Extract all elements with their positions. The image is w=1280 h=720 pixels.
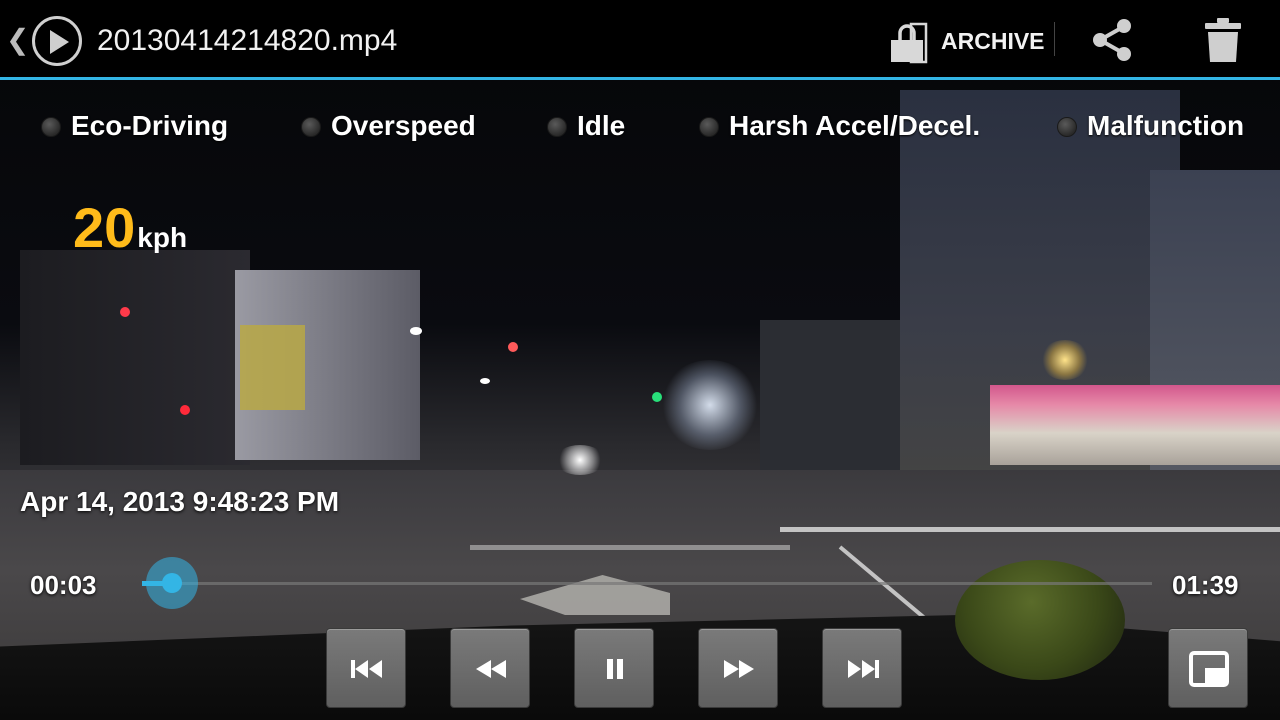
lock-icon	[891, 22, 928, 64]
pause-button[interactable]	[574, 628, 654, 708]
pause-icon	[607, 659, 623, 679]
recording-timestamp: Apr 14, 2013 9:48:23 PM	[20, 486, 340, 517]
storefront	[990, 385, 1280, 465]
traffic-light	[180, 405, 190, 415]
event-label: Harsh Accel/Decel.	[729, 110, 981, 141]
rewind-button[interactable]	[450, 628, 530, 708]
rewind-icon	[476, 660, 506, 678]
chevron-left-icon[interactable]: ❮	[6, 22, 29, 58]
building	[760, 320, 900, 470]
total-time: 01:39	[1172, 570, 1239, 600]
street-light-glow	[1040, 340, 1090, 380]
traffic-light	[508, 342, 518, 352]
share-icon[interactable]	[1088, 16, 1136, 64]
road-marking	[780, 527, 1280, 532]
speed-unit: kph	[137, 222, 188, 253]
fast-forward-button[interactable]	[698, 628, 778, 708]
archive-button[interactable]: ARCHIVE	[888, 18, 1058, 64]
building-sign	[240, 325, 305, 410]
speed-readout: 20kph	[73, 195, 187, 260]
divider	[1054, 22, 1055, 56]
road-marking	[470, 545, 790, 550]
file-name: 20130414214820.mp4	[97, 24, 398, 57]
status-dot	[301, 117, 321, 137]
traffic-light	[120, 307, 130, 317]
seek-thumb[interactable]	[146, 557, 198, 609]
headlight-glow	[555, 445, 605, 475]
fast-forward-icon	[724, 660, 754, 678]
speed-value: 20	[73, 196, 136, 259]
seek-bar[interactable]	[142, 581, 1152, 586]
building	[20, 250, 250, 465]
event-indicators: Eco-Driving Overspeed Idle Harsh Accel/D…	[0, 108, 1280, 148]
picture-in-picture-icon	[1189, 651, 1229, 687]
play-circle-icon[interactable]	[32, 16, 82, 66]
skip-next-button[interactable]	[822, 628, 902, 708]
trash-icon[interactable]	[1203, 16, 1243, 64]
street-lamp	[410, 327, 422, 335]
street-lamp	[480, 378, 490, 384]
street-light-glow	[660, 360, 760, 450]
event-label: Idle	[577, 110, 626, 141]
event-label: Overspeed	[331, 110, 476, 141]
skip-previous-button[interactable]	[326, 628, 406, 708]
current-time: 00:03	[30, 570, 97, 600]
status-dot	[41, 117, 61, 137]
picture-in-picture-button[interactable]	[1168, 628, 1248, 708]
action-bar: ❮ 20130414214820.mp4 ARCHIVE	[0, 0, 1280, 80]
skip-previous-icon	[351, 660, 382, 678]
dashboard-ornament	[955, 560, 1125, 680]
skip-next-icon	[848, 660, 879, 678]
event-label: Malfunction	[1087, 110, 1245, 141]
event-label: Eco-Driving	[71, 110, 229, 141]
traffic-light	[652, 392, 662, 402]
status-dot	[1057, 117, 1077, 137]
archive-label: ARCHIVE	[941, 28, 1045, 54]
status-dot	[547, 117, 567, 137]
status-dot	[699, 117, 719, 137]
